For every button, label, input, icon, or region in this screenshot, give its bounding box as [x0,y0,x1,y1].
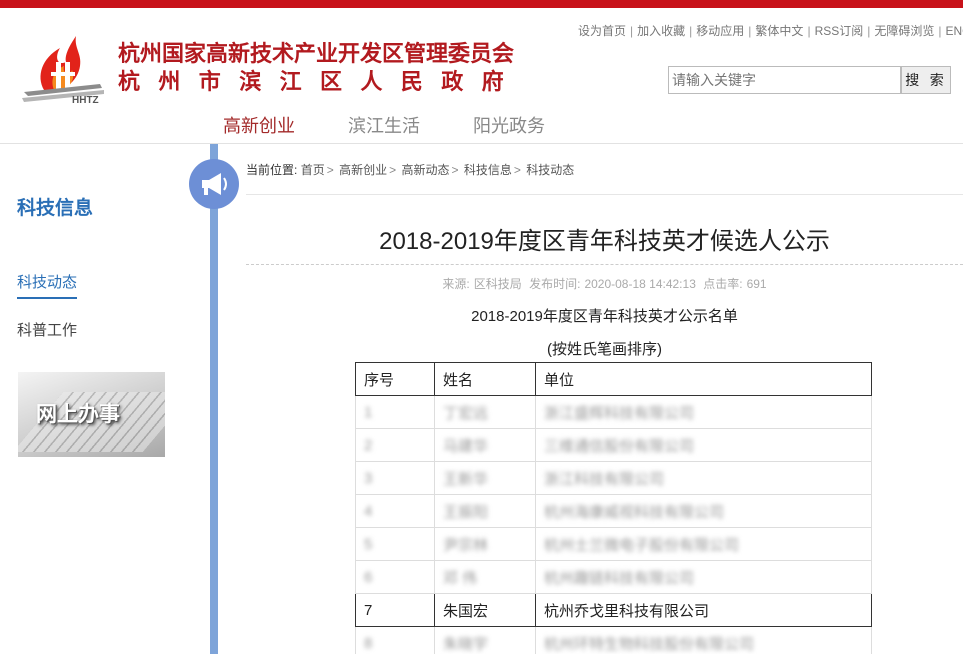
breadcrumb-high-tech-news[interactable]: 高新动态 [401,163,449,177]
title-divider [246,264,963,265]
cell-no: 2 [355,428,435,462]
add-favorite-link[interactable]: 加入收藏 [637,24,685,38]
list-title: 2018-2019年度区青年科技英才公示名单 [471,308,738,325]
cell-no: 8 [355,626,435,654]
cell-name: 朱国宏 [434,593,536,627]
rss-link[interactable]: RSS订阅 [815,24,864,38]
accessibility-link[interactable]: 无障碍浏览 [874,24,934,38]
table-row: 6邓 伟杭州趣链科技有限公司 [355,560,872,594]
sidebar-item-tech-news[interactable]: 科技动态 [17,271,78,299]
megaphone-icon [189,159,239,209]
site-title: 杭州国家高新技术产业开发区管理委员会 杭州市滨江区人民政府 [118,40,522,96]
time-value: 2020-08-18 14:42:13 [584,277,696,291]
cell-unit: 浙江科技有限公司 [535,461,872,495]
site-title-line2: 杭州市滨江区人民政府 [118,69,523,94]
cell-unit: 杭州趣链科技有限公司 [535,560,872,594]
search-input[interactable] [668,66,901,94]
top-red-bar [0,0,963,8]
site-title-line1: 杭州国家高新技术产业开发区管理委员会 [118,41,515,66]
cell-unit: 杭州海康威视科技有限公司 [535,494,872,528]
traditional-chinese-link[interactable]: 繁体中文 [755,24,803,38]
nav-binjiang-life[interactable]: 滨江生活 [348,112,420,138]
cell-unit: 杭州士兰微电子股份有限公司 [535,527,872,561]
mobile-app-link[interactable]: 移动应用 [696,24,744,38]
table-row: 2 马建华 三维通信股份有限公司 [355,428,872,462]
breadcrumb-home[interactable]: 首页 [301,163,325,177]
cell-name: 王新华 [434,461,536,495]
cell-no: 4 [355,494,435,528]
breadcrumb: 当前位置: 首页 > 高新创业 > 高新动态 > 科技信息 > 科技动态 [246,163,575,177]
set-homepage-link[interactable]: 设为首页 [578,24,626,38]
time-label: 发布时间: [529,277,581,291]
source-label: 来源: [442,277,470,291]
cell-unit: 三维通信股份有限公司 [535,428,872,462]
article-title: 2018-2019年度区青年科技英才候选人公示 [379,228,830,255]
list-subtitle: (按姓氏笔画排序) [547,341,662,358]
search-bar: 搜 索 [668,66,951,94]
sidebar-item-science-popularization[interactable]: 科普工作 [17,319,77,340]
breadcrumb-high-tech-startup[interactable]: 高新创业 [339,163,387,177]
cell-name: 王振阳 [434,494,536,528]
table-row: 5 尹宗林 杭州士兰微电子股份有限公司 [355,527,872,561]
english-link[interactable]: ENG [946,24,963,38]
nav-high-tech-startup[interactable]: 高新创业 [223,112,295,138]
source-value: 区科技局 [473,277,522,291]
cell-name: 尹宗林 [434,527,536,561]
cell-unit: 杭州乔戈里科技有限公司 [535,593,872,627]
table-row: 7 朱国宏 杭州乔戈里科技有限公司 [355,593,872,627]
breadcrumb-tech-news[interactable]: 科技动态 [526,163,574,177]
nav-open-government[interactable]: 阳光政务 [473,112,545,138]
utility-links: 设为首页|加入收藏|移动应用|繁体中文|RSS订阅|无障碍浏览|ENG [578,22,963,39]
cell-name: 马建华 [434,428,536,462]
nav-divider [0,143,963,144]
breadcrumb-label: 当前位置: [246,163,298,177]
online-services-banner[interactable]: 网上办事 [18,372,165,457]
cell-no: 7 [355,593,435,627]
sidebar-title: 科技信息 [17,198,94,219]
main-nav: 高新创业 滨江生活 阳光政务 [0,112,963,144]
svg-text:HHTZ: HHTZ [72,95,99,106]
cell-no: 1 [355,395,435,429]
cell-name: 丁宏远 [434,395,536,429]
banner-text: 网上办事 [36,401,120,426]
cell-no: 5 [355,527,435,561]
candidate-table: 序号 姓名 单位 1 丁宏远 浙江盛辉科技有限公司 2 马建华 三维通信股份有限公司 3 王新… [355,362,872,654]
article-meta: 来源: 区科技局 发布时间: 2020-08-18 14:42:13 点击率: 691 [246,275,963,292]
hits-label: 点击率: [703,277,743,291]
hhtz-logo[interactable]: HHTZ [20,32,106,106]
hits-value: 691 [746,277,767,291]
table-row: 4 王振阳 杭州海康威视科技有限公司 [355,494,872,528]
table-row: 8 朱晓宇 杭州环特生物科技股份有限公司 [355,626,872,654]
breadcrumb-tech-info[interactable]: 科技信息 [464,163,512,177]
search-button[interactable]: 搜 索 [901,66,951,94]
cell-no: 3 [355,461,435,495]
cell-unit: 浙江盛辉科技有限公司 [535,395,872,429]
vertical-divider [210,144,218,654]
cell-unit: 杭州环特生物科技股份有限公司 [535,626,872,654]
table-header-row: 序号 姓名 单位 [355,362,872,396]
cell-name: 朱晓宇 [434,626,536,654]
header-name: 姓名 [434,362,536,396]
table-row: 3 王新华 浙江科技有限公司 [355,461,872,495]
breadcrumb-divider [246,194,963,195]
cell-no: 6 [355,560,435,594]
table-row: 1 丁宏远 浙江盛辉科技有限公司 [355,395,872,429]
header-no: 序号 [355,362,435,396]
header-unit: 单位 [535,362,872,396]
cell-name: 邓 伟 [434,560,536,594]
